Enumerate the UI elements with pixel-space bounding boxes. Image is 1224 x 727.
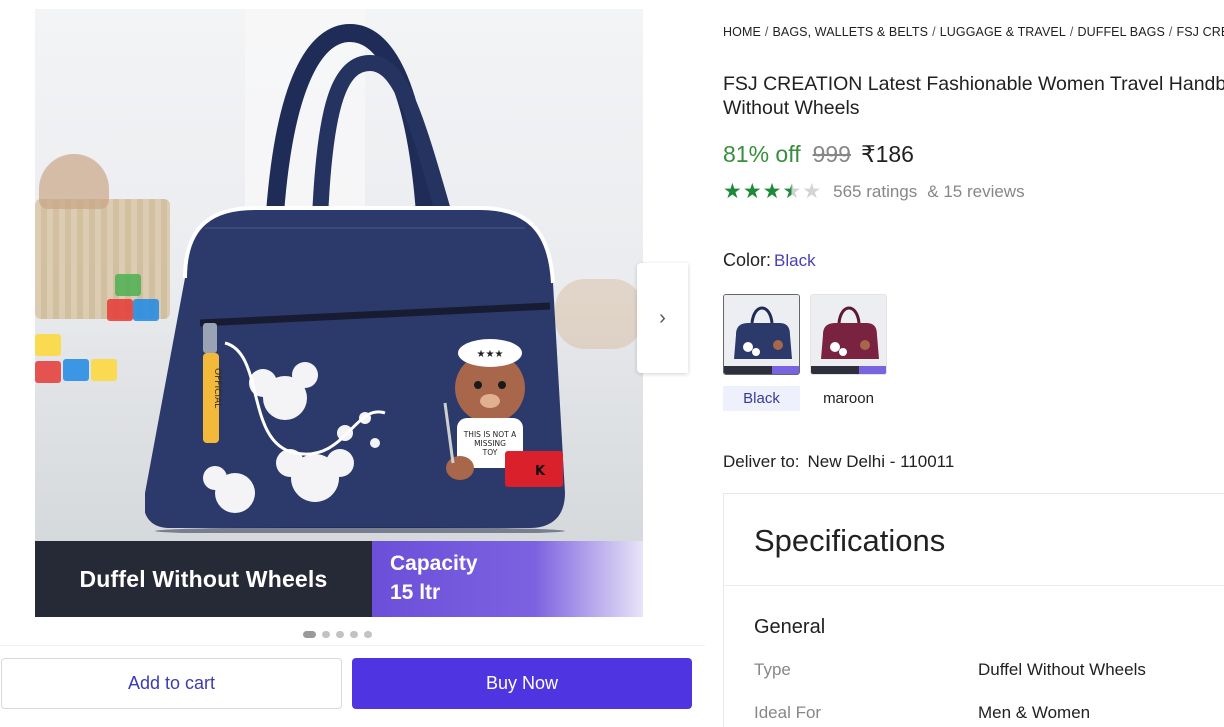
chevron-right-icon: › [659, 306, 666, 329]
toy-block [115, 274, 141, 296]
product-image[interactable]: OFFICIAL ★★★ THIS IS NOT A MISSING TOY K… [35, 9, 643, 617]
divider [0, 645, 705, 646]
breadcrumb-separator: / [764, 25, 769, 39]
background-toy [555, 279, 643, 349]
capacity-label: Capacity [390, 552, 478, 575]
original-price: 999 [812, 141, 851, 167]
spec-value: Men & Women [978, 703, 1091, 722]
color-swatch-maroon[interactable] [810, 294, 887, 375]
star-filled-icon: ★ [742, 180, 762, 203]
next-image-button[interactable]: › [637, 263, 688, 373]
price-row: 81% off 999 ₹186 [723, 141, 914, 168]
star-filled-icon: ★ [762, 180, 782, 203]
breadcrumb-separator: / [932, 25, 936, 39]
color-selector-label: Color: Black [723, 250, 816, 271]
buy-now-button[interactable]: Buy Now [352, 658, 692, 709]
reviews-count: & 15 reviews [927, 182, 1025, 201]
breadcrumb-separator: / [1168, 25, 1173, 39]
selected-color: Black [774, 251, 816, 270]
specifications-heading: Specifications [724, 494, 1224, 586]
product-photo-scene: OFFICIAL ★★★ THIS IS NOT A MISSING TOY K [35, 9, 643, 541]
delivery-pincode: New Delhi - 110011 [807, 452, 955, 471]
product-title-line1: FSJ CREATION Latest Fashionable Women Tr… [723, 73, 1224, 95]
swatch-black-image [724, 295, 799, 374]
svg-text:THIS IS NOT A: THIS IS NOT A [463, 430, 517, 439]
pagination-dot[interactable] [322, 631, 330, 638]
product-page: OFFICIAL ★★★ THIS IS NOT A MISSING TOY K… [0, 0, 1224, 727]
delivery-location[interactable]: Deliver to: New Delhi - 110011 [723, 452, 954, 472]
toy-block [35, 334, 61, 356]
spec-key: Type [754, 660, 791, 679]
toy-block [91, 359, 117, 381]
discount-percent: 81% off [723, 141, 801, 167]
color-label: Color: [723, 250, 772, 270]
deliver-label: Deliver to: [723, 452, 800, 471]
breadcrumb: HOME / BAGS, WALLETS & BELTS / LUGGAGE & TRA… [723, 25, 1224, 39]
svg-text:TOY: TOY [482, 448, 498, 457]
svg-text:OFFICIAL: OFFICIAL [212, 368, 222, 408]
pagination-dot[interactable] [364, 631, 372, 638]
color-option-black-label[interactable]: Black [723, 386, 800, 411]
svg-text:K: K [535, 464, 546, 479]
bag-illustration: OFFICIAL ★★★ THIS IS NOT A MISSING TOY K [145, 23, 565, 533]
breadcrumb-separator: / [1069, 25, 1074, 39]
background-teddy [39, 154, 109, 209]
breadcrumb-item-luggage[interactable]: LUGGAGE & TRAVEL [940, 25, 1066, 39]
capacity-value: 15 ltr [390, 581, 441, 604]
caption-capacity: Capacity 15 ltr [372, 541, 643, 617]
image-caption-bar: Duffel Without Wheels Capacity 15 ltr [35, 541, 643, 617]
breadcrumb-item-duffel[interactable]: DUFFEL BAGS [1077, 25, 1164, 39]
add-to-cart-button[interactable]: Add to cart [1, 658, 342, 709]
pagination-dot[interactable] [350, 631, 358, 638]
image-pagination-dots [303, 631, 372, 638]
toy-block [35, 361, 61, 383]
star-half-icon: ★ [782, 180, 802, 203]
selling-price: ₹186 [860, 141, 914, 167]
pagination-dot[interactable] [303, 631, 316, 638]
color-swatch-black[interactable] [723, 294, 800, 375]
rating-stars: ★ ★ ★ ★ ★ [723, 181, 821, 203]
caption-type: Duffel Without Wheels [35, 541, 372, 617]
color-option-maroon-label[interactable]: maroon [810, 386, 887, 411]
breadcrumb-item-brand[interactable]: FSJ CREATION [1177, 25, 1224, 39]
pagination-dot[interactable] [336, 631, 344, 638]
product-title-line2: Without Wheels [723, 97, 860, 119]
toy-block [63, 359, 89, 381]
toy-block [107, 299, 133, 321]
specifications-panel: Specifications General Type Duffel Witho… [723, 493, 1224, 727]
ratings-count: 565 ratings [833, 182, 918, 201]
star-filled-icon: ★ [723, 180, 742, 203]
spec-key: Ideal For [754, 703, 822, 722]
breadcrumb-item-bags[interactable]: BAGS, WALLETS & BELTS [772, 25, 928, 39]
breadcrumb-item-home[interactable]: HOME [723, 25, 761, 39]
product-title: FSJ CREATION Latest Fashionable Women Tr… [723, 72, 1224, 120]
svg-text:MISSING: MISSING [474, 439, 506, 448]
hat-stars: ★★★ [477, 349, 504, 360]
star-empty-icon: ★ [802, 180, 822, 203]
spec-section-general: General [754, 616, 826, 638]
rating-row[interactable]: ★ ★ ★ ★ ★ 565 ratings & 15 reviews [723, 181, 1025, 203]
swatch-maroon-image [811, 295, 886, 374]
spec-value: Duffel Without Wheels [978, 660, 1146, 679]
